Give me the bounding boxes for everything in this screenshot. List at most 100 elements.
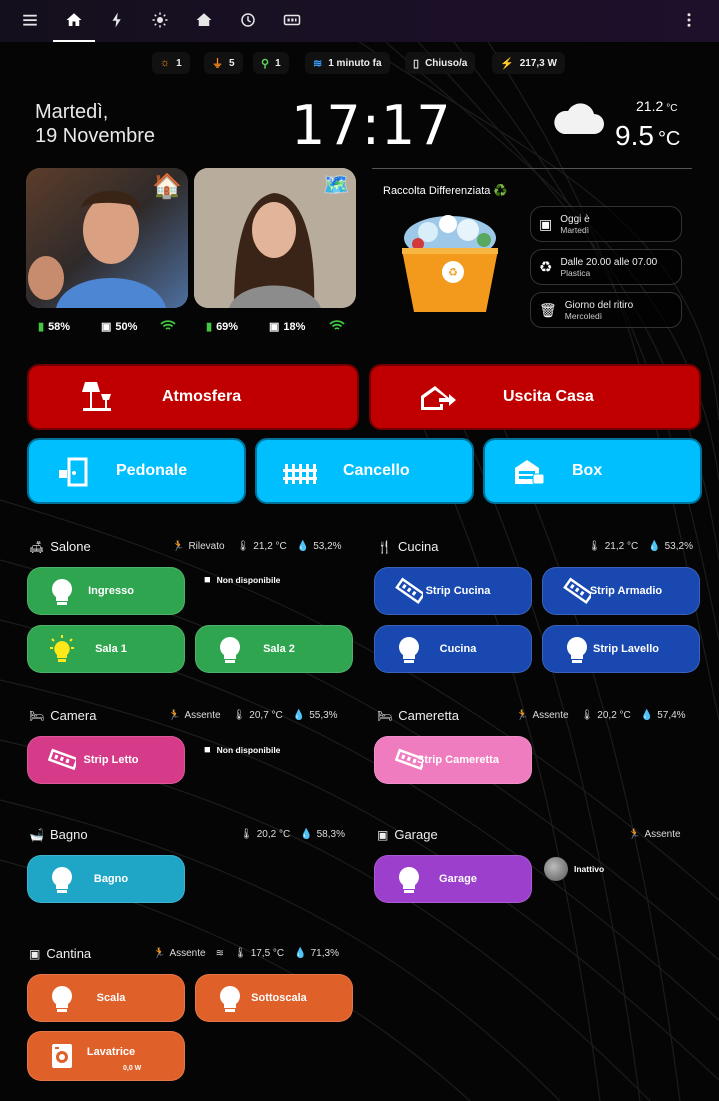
room-camera-sensors: 🏃 Assente 🌡 20,7 °C 💧 55,3% (168, 710, 338, 721)
lamp-icon (82, 382, 111, 411)
motion-icon: 🏃 (172, 541, 185, 552)
motion-icon: ⚲ (261, 57, 270, 70)
raccolta-today[interactable]: ▣ Oggi è Martedì (530, 206, 682, 242)
wifi-icon (329, 320, 345, 332)
tab-sun-icon[interactable] (147, 8, 173, 32)
bulb-icon (52, 867, 72, 893)
led-strip-icon (395, 577, 423, 605)
door-icon: ▯ (413, 57, 420, 70)
raccolta-hours[interactable]: ♻ Dalle 20.00 alle 07.00 Plastica (530, 249, 682, 285)
water-icon: ≋ (215, 948, 224, 959)
thermometer-icon: 🌡 (232, 710, 246, 721)
light-strip-letto[interactable]: Strip Letto (27, 736, 185, 784)
person-photo-2[interactable]: 🗺️ (194, 168, 356, 308)
tab-energy-icon[interactable] (104, 8, 130, 32)
led-strip-icon (395, 748, 423, 771)
light-strip-armadio[interactable]: Strip Armadio (542, 567, 700, 615)
room-salone-sensors: 🏃 Rilevato 🌡 21,2 °C 💧 53,2% (172, 541, 342, 552)
menu-icon[interactable] (17, 8, 43, 32)
bed-icon: 🛏 (29, 708, 45, 723)
humidity-icon: 💧 (292, 710, 306, 721)
cloud-icon (550, 98, 606, 143)
temp-min: 21.2 °C (636, 98, 678, 114)
light-garage[interactable]: Garage (374, 855, 532, 903)
person1-storage: ▣ 50% (101, 320, 138, 334)
light-sottoscala[interactable]: Sottoscala (195, 974, 353, 1022)
light-strip-cucina[interactable]: Strip Cucina (374, 567, 532, 615)
pedonale-button[interactable]: Pedonale (27, 438, 246, 504)
camera-salone-status[interactable]: ■ Non disponibile (204, 574, 280, 586)
humidity-icon: 💧 (296, 541, 310, 552)
battery-icon: ▮ (206, 321, 213, 333)
camera-camera-status[interactable]: ■ Non disponibile (204, 744, 280, 756)
atmosfera-button[interactable]: Atmosfera (27, 364, 359, 430)
light-scala[interactable]: Scala (27, 974, 185, 1022)
lavatrice-tile[interactable]: Lavatrice 0,0 W (27, 1031, 185, 1081)
motion-icon: 🏃 (516, 710, 529, 721)
light-sala-2[interactable]: Sala 2 (195, 625, 353, 673)
status-value: 1 minuto fa (328, 57, 382, 69)
status-value: 1 (176, 57, 182, 69)
room-cucina-header: 🍴 Cucina (377, 539, 439, 554)
bulb-icon (567, 637, 587, 663)
trash-icon: 🗑 (539, 301, 557, 318)
battery-icon: ▮ (38, 321, 45, 333)
status-motion[interactable]: ⚲ 1 (253, 52, 289, 74)
led-strip-icon (48, 748, 76, 771)
recycle-bin-image: ♻ (398, 210, 502, 323)
light-strip-cameretta[interactable]: Strip Cameretta (374, 736, 532, 784)
tab-media-icon[interactable] (279, 8, 305, 32)
status-power[interactable]: ⚡ 217,3 W (492, 52, 565, 74)
motion-icon: 🏃 (168, 710, 181, 721)
status-water[interactable]: ≋ 1 minuto fa (305, 52, 390, 74)
status-value: Chiuso/a (425, 57, 468, 69)
light-ingresso[interactable]: Ingresso (27, 567, 185, 615)
person-photo-1[interactable]: 🏠 (26, 168, 188, 308)
raccolta-title: Raccolta Differenziata ♻️ (383, 185, 508, 197)
wifi-icon (160, 320, 176, 332)
tab-house-icon[interactable] (191, 8, 217, 32)
tab-home-icon[interactable] (61, 8, 87, 32)
date-label: 19 Novembre (35, 125, 156, 147)
uscita-casa-button[interactable]: Uscita Casa (369, 364, 701, 430)
room-cucina-sensors: 🌡 21,2 °C 💧 53,2% (588, 541, 693, 552)
bathtub-icon: 🛁 (29, 827, 44, 842)
light-strip-lavello[interactable]: Strip Lavello (542, 625, 700, 673)
humidity-icon: 💧 (640, 710, 654, 721)
light-sala-1[interactable]: Sala 1 (27, 625, 185, 673)
home-icon: 🏠 (152, 173, 182, 200)
humidity-icon: 💧 (294, 948, 307, 959)
room-cantina-header: ▣ Cantina (29, 946, 92, 961)
svg-text:♻: ♻ (448, 266, 458, 279)
recycle-icon: ♻ (539, 259, 553, 276)
person1-battery: ▮ 58% (38, 320, 71, 334)
room-cameretta-header: 🛏 Cameretta (377, 708, 459, 723)
status-lights[interactable]: ☼ 1 (152, 52, 190, 74)
box-button[interactable]: Box (483, 438, 702, 504)
washing-machine-icon (52, 1044, 72, 1068)
more-options-icon[interactable] (676, 8, 702, 32)
cancello-button[interactable]: Cancello (255, 438, 474, 504)
light-cucina[interactable]: Cucina (374, 625, 532, 673)
bulb-icon (220, 637, 240, 663)
calendar-icon: ▣ (539, 215, 553, 232)
thermometer-icon: 🌡 (240, 829, 253, 840)
room-garage-header: ▣ Garage (377, 827, 438, 842)
status-door[interactable]: ▯ Chiuso/a (405, 52, 476, 74)
bulb-icon (52, 986, 72, 1012)
raccolta-pickup-day[interactable]: 🗑 Giorno del ritiro Mercoledì (530, 292, 682, 328)
room-camera-header: 🛏 Camera (29, 708, 97, 723)
tab-clock-icon[interactable] (235, 8, 261, 32)
door-lock-icon (59, 457, 88, 487)
thermometer-icon: 🌡 (233, 948, 247, 959)
room-bagno-header: 🛁 Bagno (29, 827, 88, 842)
power-icon: ⚡ (500, 57, 514, 70)
room-cameretta-sensors: 🏃 Assente 🌡 20,2 °C 💧 57,4% (516, 710, 686, 721)
motion-icon: 🏃 (153, 948, 166, 959)
sofa-icon: 🛋 (29, 539, 45, 554)
light-bagno[interactable]: Bagno (27, 855, 185, 903)
garage-lock-icon (515, 460, 545, 485)
garage-device-status[interactable]: Inattivo (544, 857, 604, 881)
cutlery-icon: 🍴 (377, 539, 392, 554)
status-plugs[interactable]: ⏚ 5 (204, 52, 243, 74)
